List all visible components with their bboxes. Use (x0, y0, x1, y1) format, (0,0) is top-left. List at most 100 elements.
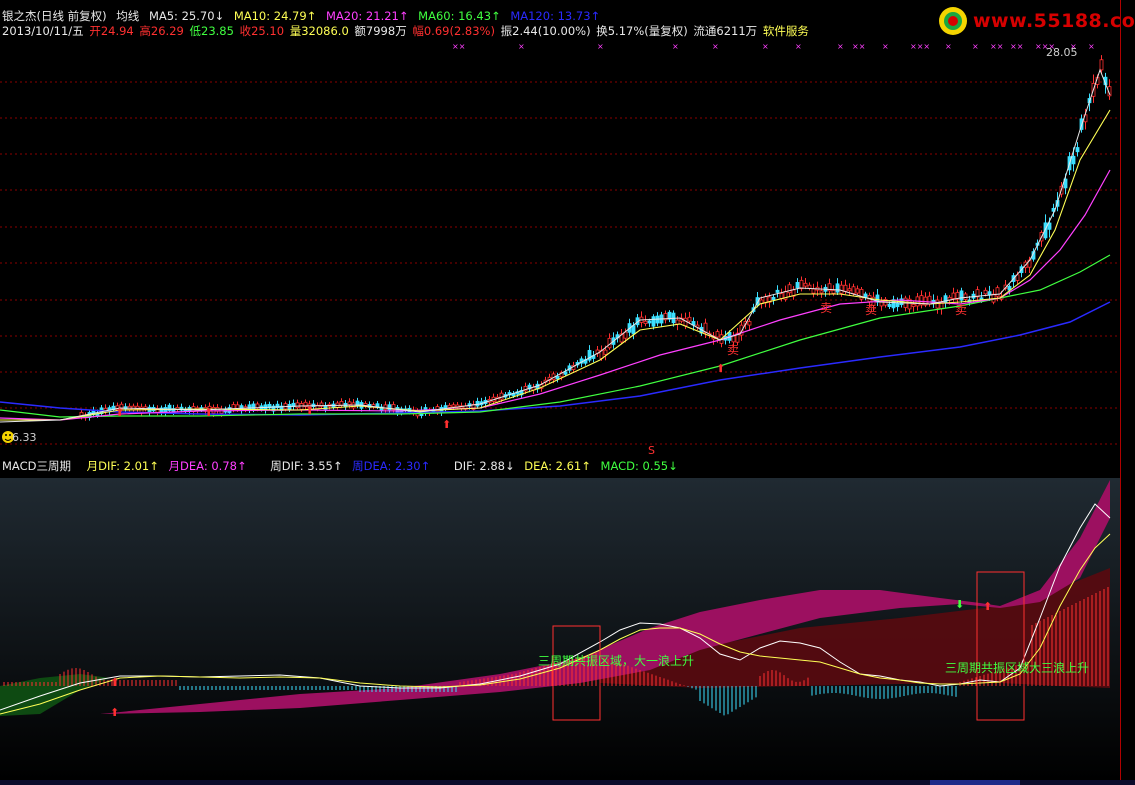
candle-body (687, 316, 692, 322)
candle-body (731, 335, 736, 343)
candle-body (895, 302, 900, 308)
svg-text:××: ×× (852, 42, 865, 51)
buy-arrow-icon: ⬆ (115, 406, 124, 419)
candle-body (643, 320, 648, 324)
ma10-readout: MA10: 24.79↑ (233, 9, 317, 23)
ma120-line (0, 301, 1111, 416)
logo-icon (939, 7, 967, 35)
max-price-label: 28.05 (1046, 46, 1078, 59)
month-dea-readout: 月DEA: 0.78↑ (168, 459, 247, 473)
buy-arrow-icon: ⬆ (305, 404, 314, 417)
quote-amount: 额7998万 (354, 24, 407, 38)
candle-body (995, 287, 1000, 297)
quote-sector: 软件服务 (762, 24, 809, 38)
candle-body (675, 319, 680, 325)
svg-text:×: × (597, 42, 604, 51)
quote-close: 收25.10 (239, 24, 285, 38)
candle-body (787, 284, 792, 294)
candle-body (715, 331, 720, 338)
macd-header-row: MACD三周期 月DIF: 2.01↑ 月DEA: 0.78↑ 周DIF: 3.… (2, 459, 684, 473)
svg-text:×: × (712, 42, 719, 51)
quote-volume: 量32086.0 (289, 24, 349, 38)
candle-body (1075, 147, 1080, 153)
sell-label: 卖 (865, 303, 877, 317)
svg-text:×: × (518, 42, 525, 51)
candle-body (775, 289, 780, 293)
candle-body (603, 349, 608, 355)
candle-body (447, 404, 452, 408)
candle-body (803, 282, 808, 287)
candle-body (339, 401, 344, 406)
candle-body (227, 407, 232, 413)
candle-body (911, 303, 916, 307)
price-grid (0, 81, 1120, 445)
logo-text: www.55188.com (973, 10, 1135, 32)
quote-turnover: 换5.17%(量复权) (596, 24, 688, 38)
candle-body (555, 375, 560, 380)
candle-body (843, 284, 848, 292)
candle-body (927, 295, 932, 305)
candle-body (887, 303, 892, 307)
svg-text:×: × (882, 42, 889, 51)
week-dea-readout: 周DEA: 2.30↑ (352, 459, 431, 473)
svg-text:×××: ××× (910, 42, 930, 51)
quote-amplitude: 振2.44(10.00%) (500, 24, 591, 38)
quote-high: 高26.29 (139, 24, 184, 38)
svg-text:×: × (762, 42, 769, 51)
candle-body (807, 284, 812, 289)
candle-body (983, 289, 988, 295)
site-logo[interactable]: www.55188.com (935, 5, 1135, 37)
candle-body (443, 405, 448, 409)
svg-text:×: × (672, 42, 679, 51)
right-axis-border (1120, 0, 1121, 785)
quote-date: 2013/10/11/五 (2, 24, 84, 38)
sell-label: 卖 (955, 303, 967, 317)
candle-body (819, 290, 824, 294)
candle-body (795, 282, 800, 289)
sell-labels: 卖 卖 卖 卖 (727, 301, 967, 357)
chart-title-row: 银之杰(日线 前复权) 均线 MA5: 25.70↓ MA10: 24.79↑ … (2, 9, 606, 23)
candle-body (835, 283, 840, 293)
candle-body (771, 296, 776, 301)
candle-body (839, 284, 844, 294)
week-dif-readout: 周DIF: 3.55↑ (270, 459, 343, 473)
candle-body (651, 316, 656, 327)
buy-arrow-icon: ⬆ (442, 418, 451, 431)
top-markers: ×× × × × × × × × ×× × ××× × × ×× ×× ××× × × (452, 42, 1095, 51)
candle-body (747, 321, 752, 326)
quote-change: 幅0.69(2.83%) (412, 24, 495, 38)
ma120-readout: MA120: 13.73↑ (510, 9, 601, 23)
price-chart[interactable]: ⬆ ⬆ ⬆ ⬆ ⬆ 卖 卖 卖 卖 S ×× × × × × × × × ×× × ××× × … (0, 40, 1120, 456)
buy-arrow-icon: ⬆ (110, 676, 119, 689)
candle-body (347, 401, 352, 405)
quote-open: 开24.94 (89, 24, 134, 38)
buy-arrow-icon: ⬆ (716, 362, 725, 375)
month-dif-readout: 月DIF: 2.01↑ (86, 459, 159, 473)
buy-arrow-icon: ⬆ (204, 406, 213, 419)
date-cursor-tab (930, 780, 1020, 785)
resonance-annotation-1: 三周期共振区域，大一浪上升 (538, 654, 695, 668)
dif-readout: DIF: 2.88↓ (453, 459, 515, 473)
sell-arrow-icon: ⬇ (955, 598, 964, 611)
macd-chart[interactable]: ⬆ ⬆ ⬆ ⬇ (0, 478, 1120, 780)
candle-body (847, 288, 852, 292)
candle-body (563, 371, 568, 375)
svg-text:×: × (1088, 42, 1095, 51)
ma10-line (0, 109, 1111, 421)
candlesticks (79, 55, 1112, 421)
candle-body (1071, 155, 1076, 165)
candle-body (383, 404, 388, 410)
candle-body (647, 320, 652, 324)
macd-title: MACD三周期 (2, 459, 71, 473)
svg-text:×: × (972, 42, 979, 51)
candle-body (451, 404, 456, 408)
svg-text:××: ×× (990, 42, 1003, 51)
candle-body (799, 279, 804, 290)
min-price-label: 6.33 (12, 431, 37, 444)
svg-text:×: × (795, 42, 802, 51)
candle-body (251, 403, 256, 410)
s-signal-label: S (648, 444, 655, 456)
candle-body (951, 292, 956, 299)
ma5-readout: MA5: 25.70↓ (148, 9, 225, 23)
candle-body (963, 293, 968, 300)
